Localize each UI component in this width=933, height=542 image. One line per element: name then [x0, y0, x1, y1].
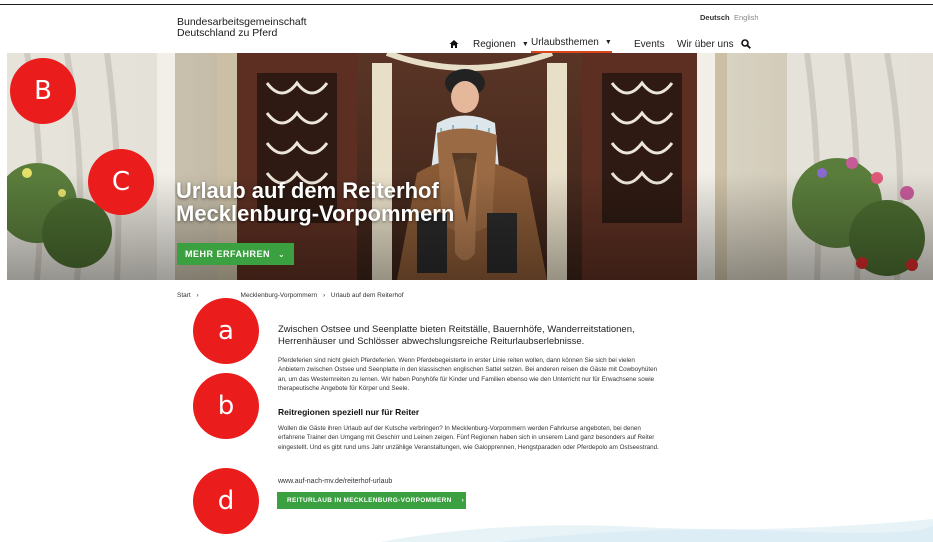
marker-a: a: [193, 298, 259, 364]
chevron-down-icon: ▼: [604, 38, 612, 46]
site-logo[interactable]: Bundesarbeitsgemeinschaft Deutschland zu…: [177, 17, 307, 39]
breadcrumb-separator: ›: [322, 292, 326, 299]
lang-english[interactable]: English: [734, 13, 759, 22]
breadcrumb-start[interactable]: Start: [177, 292, 191, 299]
marker-C: C: [88, 149, 154, 215]
external-link[interactable]: www.auf-nach-mv.de/reiterhof-urlaub: [278, 478, 663, 485]
hero-title: Urlaub auf dem Reiterhof Mecklenburg-Vor…: [176, 179, 454, 225]
nav-regionen[interactable]: Regionen ▼: [473, 35, 529, 53]
hero-title-line-1: Urlaub auf dem Reiterhof: [176, 178, 439, 203]
body-paragraph-1: Pferdeferien sind nicht gleich Pferdefer…: [278, 357, 658, 392]
reiturlaub-cta-label: REITURLAUB IN MECKLENBURG-VORPOMMERN: [287, 497, 452, 504]
mehr-erfahren-button[interactable]: MEHR ERFAHREN ⌄: [177, 243, 294, 265]
decorative-wave: [380, 519, 933, 542]
nav-regionen-label: Regionen: [473, 38, 516, 50]
marker-b: b: [193, 373, 259, 439]
logo-line-2: Deutschland zu Pferd: [177, 27, 278, 39]
mehr-erfahren-label: MEHR ERFAHREN: [185, 249, 271, 259]
home-icon: [449, 40, 459, 48]
chevron-down-icon: ▼: [521, 40, 529, 48]
body-paragraph-2: Wollen die Gäste ihren Urlaub auf der Ku…: [278, 425, 659, 451]
chevron-right-icon: ›: [461, 497, 465, 504]
breadcrumb-region[interactable]: Mecklenburg-Vorpommern: [241, 292, 318, 299]
section-heading: Reitregionen speziell nur für Reiter: [278, 407, 420, 417]
reiturlaub-cta-button[interactable]: REITURLAUB IN MECKLENBURG-VORPOMMERN ›: [277, 492, 466, 509]
breadcrumb-separator: ›: [196, 292, 199, 299]
lang-deutsch[interactable]: Deutsch: [700, 13, 730, 22]
site-header: Bundesarbeitsgemeinschaft Deutschland zu…: [0, 5, 933, 53]
marker-d: d: [193, 468, 259, 534]
hero-title-line-2: Mecklenburg-Vorpommern: [176, 201, 455, 226]
lead-paragraph: Zwischen Ostsee und Seenplatte bieten Re…: [278, 324, 635, 347]
breadcrumb: Start › Mecklenburg-Vorpommern › Urlaub …: [177, 292, 408, 299]
search-icon: [741, 39, 751, 49]
nav-wir-ueber-uns[interactable]: Wir über uns: [677, 35, 734, 53]
nav-home[interactable]: [449, 35, 461, 53]
nav-events[interactable]: Events: [634, 35, 665, 53]
nav-urlaubsthemen[interactable]: Urlaubsthemen ▼: [531, 35, 612, 53]
chevron-down-icon: ⌄: [278, 249, 286, 259]
nav-urlaubsthemen-label: Urlaubsthemen: [531, 36, 599, 48]
nav-search[interactable]: [741, 35, 751, 53]
breadcrumb-current: Urlaub auf dem Reiterhof: [330, 292, 404, 299]
marker-B: B: [10, 58, 76, 124]
